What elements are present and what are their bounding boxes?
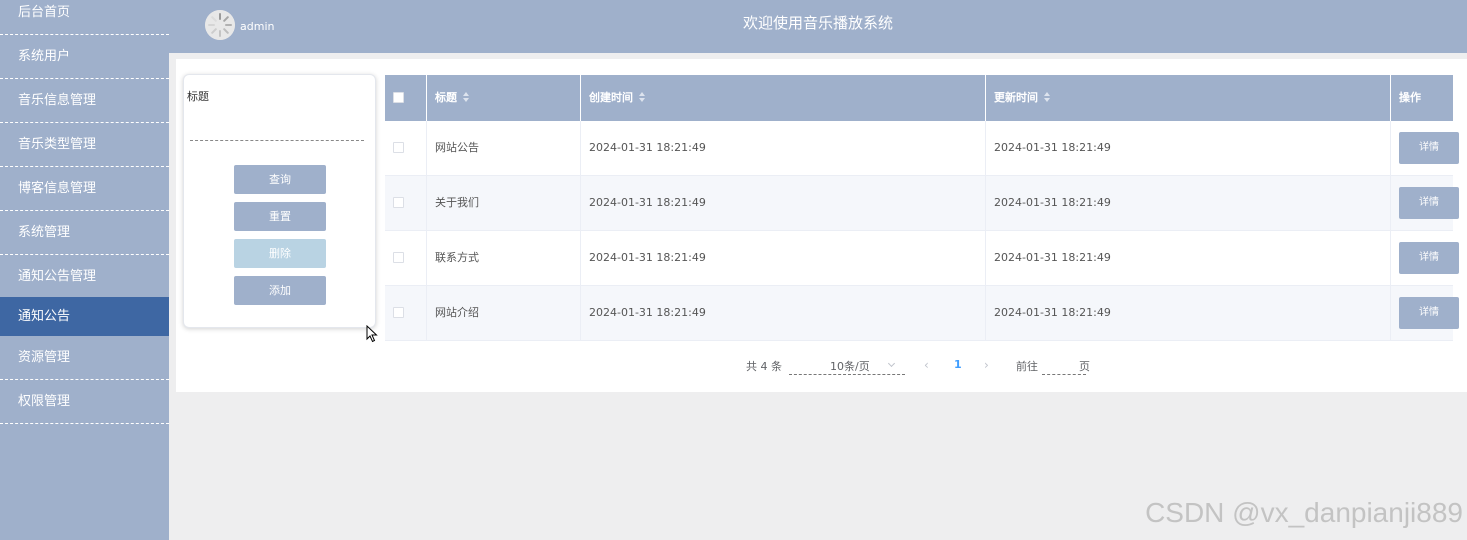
- column-updated-label: 更新时间: [994, 91, 1038, 104]
- reset-button[interactable]: 重置: [234, 202, 326, 231]
- row-title: 关于我们: [427, 176, 581, 230]
- row-select-cell: [385, 231, 427, 285]
- row-updated: 2024-01-31 18:21:49: [986, 286, 1391, 340]
- pagination: 共 4 条 10条/页 ‹ 1 › 前往 页: [176, 353, 1467, 377]
- add-button[interactable]: 添加: [234, 276, 326, 305]
- top-header: admin 欢迎使用音乐播放系统: [169, 0, 1467, 53]
- table-row: 网站介绍 2024-01-31 18:21:49 2024-01-31 18:2…: [385, 286, 1459, 341]
- sort-icon[interactable]: [639, 91, 646, 103]
- chevron-down-icon: [887, 359, 896, 368]
- row-checkbox[interactable]: [393, 252, 404, 263]
- sidebar-item-system-users[interactable]: 系统用户: [0, 35, 169, 79]
- sort-icon[interactable]: [1044, 91, 1051, 103]
- column-title-label: 标题: [435, 91, 457, 104]
- column-header-actions: 操作: [1391, 75, 1453, 121]
- delete-button[interactable]: 删除: [234, 239, 326, 268]
- title-filter-label: 标题: [187, 90, 209, 103]
- row-select-cell: [385, 176, 427, 230]
- sidebar-item-permission[interactable]: 权限管理: [0, 380, 169, 424]
- sort-icon[interactable]: [463, 91, 470, 103]
- row-updated: 2024-01-31 18:21:49: [986, 176, 1391, 230]
- prev-page-icon[interactable]: ‹: [924, 358, 929, 372]
- search-panel: 标题 查询 重置 删除 添加: [183, 74, 376, 328]
- table-header: 标题 创建时间 更新时间 操作: [385, 75, 1453, 121]
- page-suffix-label: 页: [1079, 360, 1090, 373]
- detail-button[interactable]: 详情: [1399, 242, 1459, 274]
- sidebar-item-resource[interactable]: 资源管理: [0, 336, 169, 380]
- row-checkbox[interactable]: [393, 197, 404, 208]
- row-checkbox[interactable]: [393, 142, 404, 153]
- row-created: 2024-01-31 18:21:49: [581, 231, 986, 285]
- mouse-cursor-icon: [366, 325, 378, 343]
- column-header-updated[interactable]: 更新时间: [986, 75, 1391, 121]
- page-size-value: 10条/页: [830, 360, 870, 373]
- row-title: 联系方式: [427, 231, 581, 285]
- next-page-icon[interactable]: ›: [984, 358, 989, 372]
- row-actions: 详情: [1391, 121, 1459, 175]
- row-created: 2024-01-31 18:21:49: [581, 286, 986, 340]
- row-select-cell: [385, 286, 427, 340]
- sidebar-item-notice[interactable]: 通知公告: [0, 297, 169, 336]
- sidebar: 后台首页 系统用户 音乐信息管理 音乐类型管理 博客信息管理 系统管理 通知公告…: [0, 0, 169, 540]
- row-updated: 2024-01-31 18:21:49: [986, 121, 1391, 175]
- title-search-input[interactable]: [190, 111, 364, 141]
- column-header-title[interactable]: 标题: [427, 75, 581, 121]
- page-number-current[interactable]: 1: [954, 358, 962, 371]
- row-checkbox[interactable]: [393, 307, 404, 318]
- row-title: 网站公告: [427, 121, 581, 175]
- sidebar-item-notice-manage[interactable]: 通知公告管理: [0, 255, 169, 299]
- row-created: 2024-01-31 18:21:49: [581, 176, 986, 230]
- row-select-cell: [385, 121, 427, 175]
- sidebar-item-home[interactable]: 后台首页: [0, 0, 169, 35]
- row-actions: 详情: [1391, 286, 1459, 340]
- row-title: 网站介绍: [427, 286, 581, 340]
- row-actions: 详情: [1391, 176, 1459, 230]
- table-row: 网站公告 2024-01-31 18:21:49 2024-01-31 18:2…: [385, 121, 1459, 176]
- row-updated: 2024-01-31 18:21:49: [986, 231, 1391, 285]
- table-row: 联系方式 2024-01-31 18:21:49 2024-01-31 18:2…: [385, 231, 1459, 286]
- sidebar-item-blog-info[interactable]: 博客信息管理: [0, 167, 169, 211]
- watermark: CSDN @vx_danpianji889: [1145, 497, 1463, 528]
- row-actions: 详情: [1391, 231, 1459, 285]
- pagination-total: 共 4 条: [746, 360, 782, 373]
- goto-label: 前往: [1016, 360, 1038, 373]
- select-all-cell: [385, 75, 427, 121]
- column-created-label: 创建时间: [589, 91, 633, 104]
- detail-button[interactable]: 详情: [1399, 187, 1459, 219]
- sidebar-item-system-manage[interactable]: 系统管理: [0, 211, 169, 255]
- sidebar-item-music-info[interactable]: 音乐信息管理: [0, 79, 169, 123]
- row-created: 2024-01-31 18:21:49: [581, 121, 986, 175]
- select-all-checkbox[interactable]: [393, 92, 404, 103]
- query-button[interactable]: 查询: [234, 165, 326, 194]
- page-size-select[interactable]: 10条/页: [789, 353, 905, 375]
- table-row: 关于我们 2024-01-31 18:21:49 2024-01-31 18:2…: [385, 176, 1459, 231]
- sidebar-item-music-type[interactable]: 音乐类型管理: [0, 123, 169, 167]
- column-header-created[interactable]: 创建时间: [581, 75, 986, 121]
- detail-button[interactable]: 详情: [1399, 297, 1459, 329]
- page-title: 欢迎使用音乐播放系统: [742, 14, 893, 32]
- detail-button[interactable]: 详情: [1399, 132, 1459, 164]
- column-actions-label: 操作: [1399, 91, 1421, 104]
